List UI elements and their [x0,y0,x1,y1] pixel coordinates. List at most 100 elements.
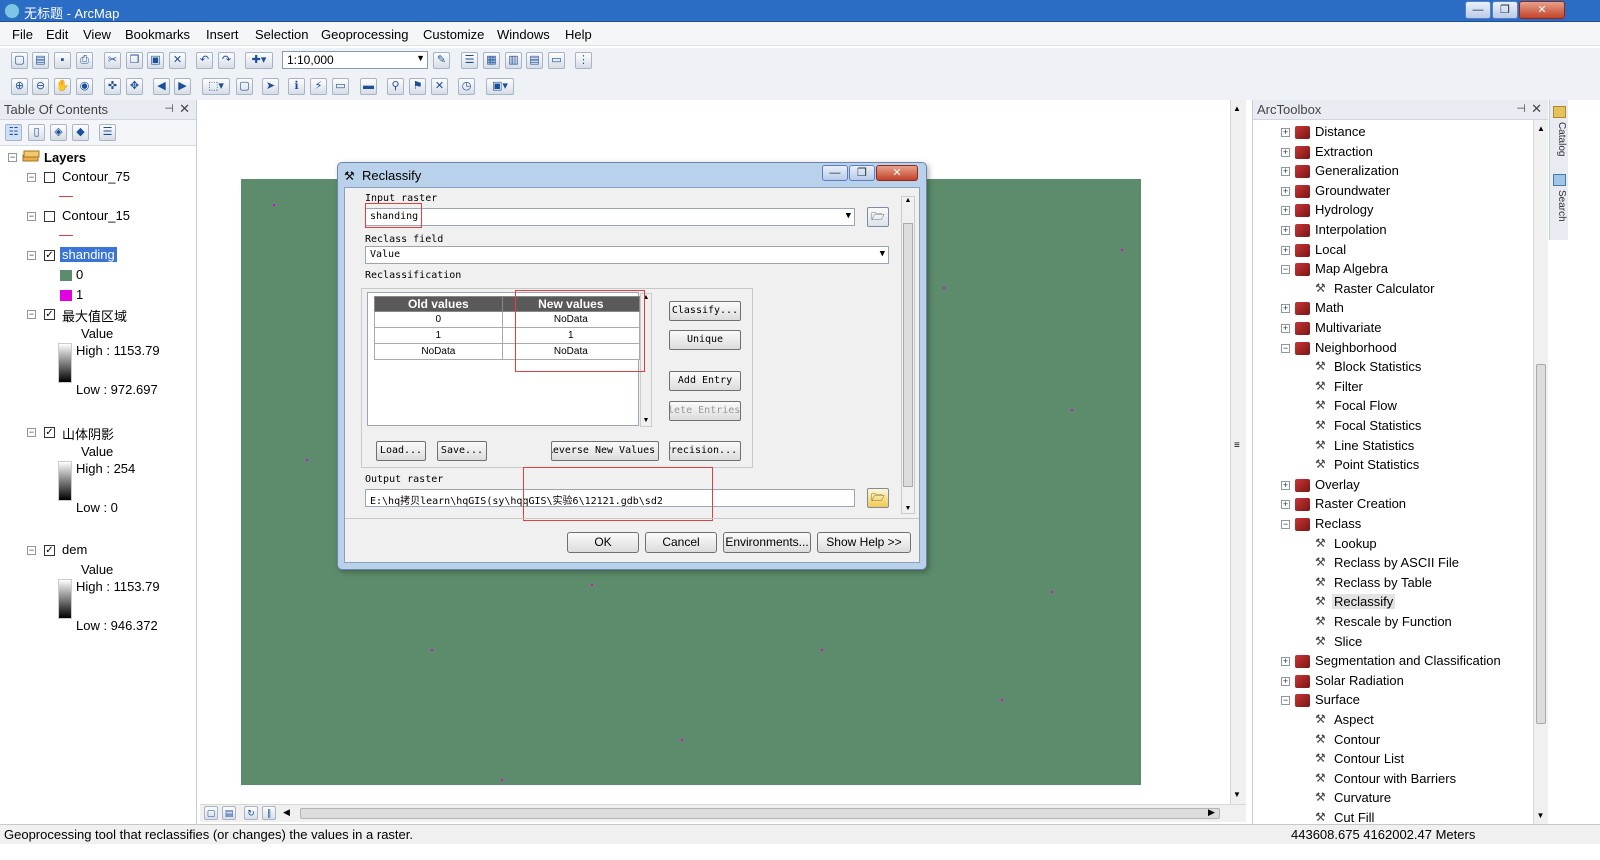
close-button[interactable]: ✕ [1519,1,1565,19]
expander-minus-icon[interactable]: − [1281,265,1290,275]
layer-visibility-checkbox[interactable] [44,211,55,222]
pause-drawing-icon[interactable]: ∥ [262,806,276,820]
copy-icon[interactable]: ❐ [126,52,143,69]
data-view-icon[interactable]: ▢ [204,806,218,820]
expander-plus-icon[interactable]: + [1281,245,1290,255]
expander-minus-icon[interactable]: − [27,546,36,555]
zoom-in-icon[interactable]: ⊕ [11,78,28,95]
unique-button[interactable]: Unique [669,330,741,350]
menu-view[interactable]: View [83,27,111,42]
reclass-field-combobox[interactable]: Value ▼ [365,246,889,264]
layer-visibility-checkbox[interactable]: ✓ [44,309,55,320]
menu-insert[interactable]: Insert [206,27,239,42]
tool-item[interactable]: Cut Fill [1334,810,1374,825]
menu-help[interactable]: Help [565,27,592,42]
expander-plus-icon[interactable]: + [1281,147,1290,157]
add-entry-button[interactable]: Add Entry [669,371,741,391]
catalog-window-icon[interactable]: ▦ [483,52,500,69]
save-icon[interactable]: ▪ [54,52,71,69]
select-elements-arrow-icon[interactable]: ➤ [262,78,279,95]
tool-item[interactable]: Lookup [1334,536,1377,551]
toolbox-item[interactable]: Groundwater [1315,183,1390,198]
input-raster-combobox[interactable]: shanding ▼ [365,208,855,226]
scroll-up-icon[interactable]: ▲ [1233,104,1241,113]
cut-icon[interactable]: ✂ [104,52,121,69]
add-data-icon[interactable]: ✚▾ [245,52,273,69]
expander-plus-icon[interactable]: + [1281,500,1290,510]
html-popup-icon[interactable]: ▭ [332,78,349,95]
scroll-down-icon[interactable]: ▼ [902,505,914,512]
clear-selection-icon[interactable]: ▢ [236,78,253,95]
close-icon[interactable]: ✕ [179,101,190,117]
layer-name[interactable]: dem [62,542,87,557]
expander-plus-icon[interactable]: + [1281,128,1290,137]
expander-plus-icon[interactable]: + [1281,206,1290,216]
search-icon[interactable] [1553,174,1566,186]
tool-item[interactable]: Contour List [1334,751,1404,766]
expander-minus-icon[interactable]: − [1281,343,1290,353]
close-icon[interactable]: ✕ [1531,101,1542,117]
catalog-icon[interactable] [1553,106,1566,118]
expander-plus-icon[interactable]: + [1281,324,1290,333]
expander-minus-icon[interactable]: − [8,153,17,162]
scroll-thumb[interactable] [903,223,913,487]
layer-name[interactable]: 山体阴影 [62,424,114,443]
layer-name[interactable]: Contour_75 [62,169,130,184]
toolbox-item[interactable]: Distance [1315,124,1366,139]
map-horizontal-scrollbar[interactable]: ▢ ▤ ↻ ∥ ◀ ▶ [200,804,1246,822]
expander-plus-icon[interactable]: + [1281,186,1290,196]
maximize-button[interactable]: ❐ [1492,1,1518,19]
toolbox-item[interactable]: Raster Creation [1315,496,1406,511]
scroll-down-icon[interactable]: ▼ [1534,811,1547,820]
scroll-thumb[interactable] [1536,364,1546,724]
expander-plus-icon[interactable]: + [1281,304,1290,314]
pin-icon[interactable]: ⊣ [164,102,174,115]
dialog-maximize-button[interactable]: ❐ [849,165,875,181]
arctoolbox-icon[interactable]: ▤ [526,52,543,69]
menu-selection[interactable]: Selection [255,27,308,42]
toolbox-item[interactable]: Reclass [1315,516,1361,531]
identify-icon[interactable]: ℹ [288,78,305,95]
paste-icon[interactable]: ▣ [147,52,164,69]
precision-button[interactable]: Precision... [669,441,741,461]
scroll-grip-icon[interactable]: ≡ [1234,440,1240,451]
toolbox-item[interactable]: Map Algebra [1315,261,1388,276]
browse-folder-icon[interactable]: 🗁 [867,488,889,508]
tool-item[interactable]: Contour with Barriers [1334,771,1456,786]
scroll-up-icon[interactable]: ▲ [1534,124,1548,133]
undo-icon[interactable]: ↶ [196,52,213,69]
search-window-icon[interactable]: ▥ [505,52,522,69]
dialog-scrollbar[interactable]: ▲ ▼ [901,196,915,514]
scroll-left-icon[interactable]: ◀ [283,807,290,818]
find-binoculars-icon[interactable]: ⚲ [387,78,404,95]
delete-entries-button[interactable]: Delete Entries [669,401,741,421]
back-arrow-icon[interactable]: ◀ [153,78,170,95]
old-value-cell[interactable]: 1 [374,327,503,344]
tool-item[interactable]: Line Statistics [1334,438,1414,453]
menu-edit[interactable]: Edit [46,27,68,42]
tool-item[interactable]: Raster Calculator [1334,281,1434,296]
table-of-contents-icon[interactable]: ☰ [461,52,478,69]
time-slider-icon[interactable]: ◷ [458,78,475,95]
minimize-button[interactable]: — [1465,1,1491,19]
layer-name-selected[interactable]: shanding [60,247,117,262]
toolbox-item[interactable]: Extraction [1315,144,1373,159]
menu-file[interactable]: File [12,27,33,42]
expander-plus-icon[interactable]: + [1281,480,1290,490]
expander-minus-icon[interactable]: − [1281,520,1290,529]
environments-button[interactable]: Environments... [723,532,811,553]
save-button[interactable]: Save... [437,441,487,461]
tool-item[interactable]: Reclass by ASCII File [1334,555,1459,570]
list-by-source-icon[interactable]: ▯ [28,124,45,141]
model-builder-icon[interactable]: ⋮ [575,52,592,69]
expander-plus-icon[interactable]: + [1281,676,1290,686]
tool-item-selected[interactable]: Reclassify [1332,594,1396,610]
layer-visibility-checkbox[interactable]: ✓ [44,545,55,556]
tool-item[interactable]: Slice [1334,634,1362,649]
tool-item[interactable]: Reclass by Table [1334,575,1432,590]
tool-item[interactable]: Rescale by Function [1334,614,1452,629]
tool-item[interactable]: Focal Flow [1334,398,1397,413]
classify-button[interactable]: Classify... [669,301,741,321]
go-to-xy-icon[interactable]: ✕ [431,78,448,95]
expander-minus-icon[interactable]: − [1281,696,1290,706]
